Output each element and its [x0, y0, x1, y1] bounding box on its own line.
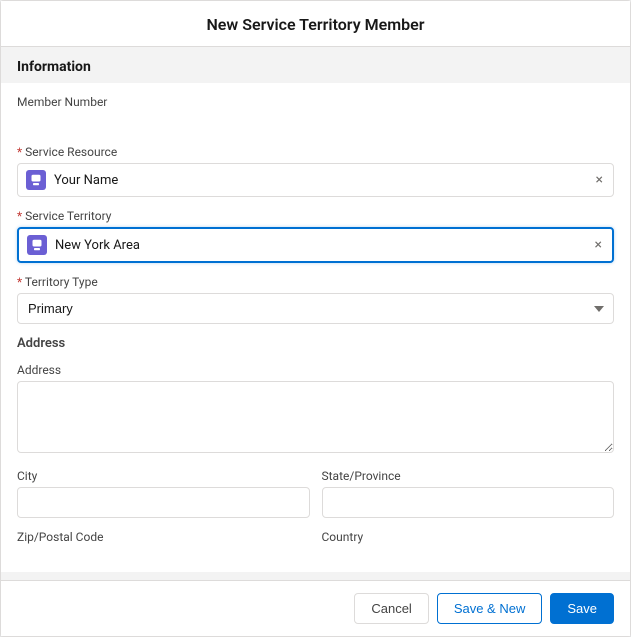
person-icon — [30, 174, 42, 186]
country-field-group: Country — [322, 530, 615, 548]
service-territory-field-group: Service Territory New York Area × — [17, 209, 614, 263]
address-section-group: Address — [17, 336, 614, 351]
save-button[interactable]: Save — [550, 593, 614, 624]
service-resource-value: Your Name — [54, 173, 594, 188]
territory-type-select[interactable]: Primary Secondary Relocation — [17, 293, 614, 324]
state-province-label: State/Province — [322, 469, 615, 483]
modal-header: New Service Territory Member — [1, 1, 630, 47]
territory-type-label: Territory Type — [17, 275, 614, 289]
service-resource-field-group: Service Resource Your Name × — [17, 145, 614, 197]
information-section-header: Information — [1, 47, 630, 83]
city-state-row: City State/Province — [17, 469, 614, 530]
zip-country-row: Zip/Postal Code Country — [17, 530, 614, 560]
zip-label: Zip/Postal Code — [17, 530, 310, 544]
cancel-button[interactable]: Cancel — [354, 593, 428, 624]
modal-body: Information Member Number Service Resour… — [1, 47, 630, 580]
country-label: Country — [322, 530, 615, 544]
city-label: City — [17, 469, 310, 483]
territory-icon — [31, 239, 43, 251]
member-number-field-group: Member Number — [17, 95, 614, 133]
service-territory-clear-icon[interactable]: × — [593, 237, 604, 253]
address-textarea[interactable] — [17, 381, 614, 453]
address-label: Address — [17, 363, 614, 377]
city-field-group: City — [17, 469, 310, 518]
new-service-territory-member-modal: New Service Territory Member Information… — [0, 0, 631, 637]
zip-field-group: Zip/Postal Code — [17, 530, 310, 548]
service-resource-icon — [26, 170, 46, 190]
address-field-group: Address — [17, 363, 614, 457]
service-territory-value: New York Area — [55, 238, 593, 253]
member-number-value — [17, 113, 614, 133]
city-input[interactable] — [17, 487, 310, 518]
form-area: Member Number Service Resource Your Name… — [1, 83, 630, 572]
service-territory-label: Service Territory — [17, 209, 614, 223]
service-territory-input[interactable]: New York Area × — [17, 227, 614, 263]
modal-title: New Service Territory Member — [17, 15, 614, 34]
state-province-input[interactable] — [322, 487, 615, 518]
service-resource-label: Service Resource — [17, 145, 614, 159]
territory-type-field-group: Territory Type Primary Secondary Relocat… — [17, 275, 614, 324]
service-resource-input[interactable]: Your Name × — [17, 163, 614, 197]
address-section-label: Address — [17, 336, 614, 351]
modal-footer: Cancel Save & New Save — [1, 580, 630, 636]
save-new-button[interactable]: Save & New — [437, 593, 543, 624]
service-resource-clear-icon[interactable]: × — [594, 172, 605, 188]
member-number-label: Member Number — [17, 95, 614, 109]
territory-type-select-wrapper: Primary Secondary Relocation — [17, 293, 614, 324]
service-territory-icon — [27, 235, 47, 255]
state-province-field-group: State/Province — [322, 469, 615, 518]
information-section-label: Information — [17, 59, 614, 75]
